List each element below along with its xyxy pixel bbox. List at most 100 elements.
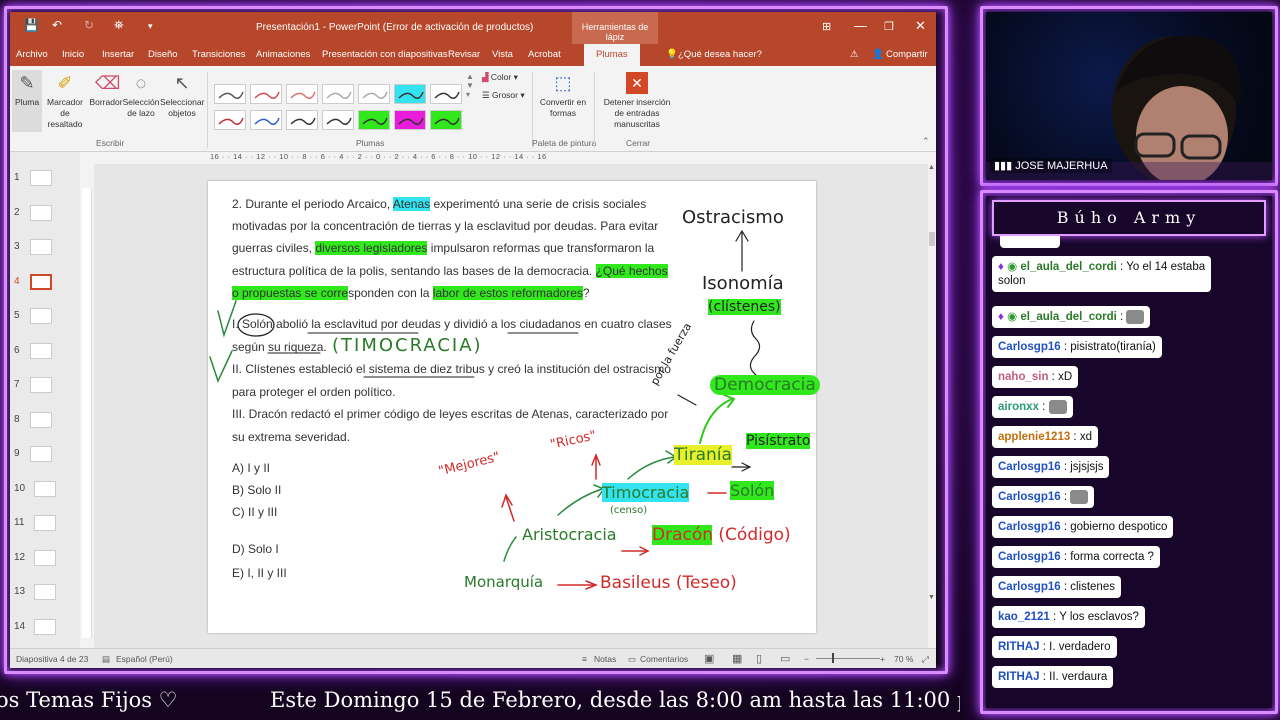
zoom-out-icon[interactable]: − <box>804 654 809 664</box>
vertical-scrollbar[interactable]: ▲ ▼ <box>928 164 936 648</box>
horizontal-ruler: 16 · · 14 · · 12 · · 10 · · 8 · · 6 · · … <box>210 152 547 161</box>
pen-preset[interactable] <box>286 84 318 104</box>
pen-preset[interactable] <box>214 110 246 130</box>
zoom-thumb[interactable] <box>832 653 834 663</box>
scroll-thumb[interactable] <box>929 232 935 246</box>
convertir-formas-button[interactable]: ⬚ Convertir en formas <box>538 72 588 119</box>
chat-username[interactable]: naho_sin <box>998 371 1048 383</box>
chat-username[interactable]: Carlosgp16 <box>998 521 1061 533</box>
sorter-view-icon[interactable]: ▦ <box>732 652 742 665</box>
tab-diseno[interactable]: Diseño <box>148 49 178 60</box>
save-icon[interactable]: 💾 <box>24 18 39 32</box>
presenter-icon[interactable]: ⛯ <box>114 18 124 33</box>
chat-username[interactable]: kao_2121 <box>998 611 1050 623</box>
marcador-button[interactable]: ✐ Marcador de resaltado <box>42 72 88 130</box>
chat-username[interactable]: Carlosgp16 <box>998 341 1061 353</box>
slideshow-icon[interactable]: ▭ <box>780 652 790 665</box>
pen-preset[interactable] <box>322 110 354 130</box>
pen-preset[interactable] <box>394 84 426 104</box>
tab-plumas[interactable]: Plumas <box>584 44 640 66</box>
tab-transiciones[interactable]: Transiciones <box>192 49 246 60</box>
language[interactable]: Español (Perú) <box>116 654 173 664</box>
arrow-aristocracia-timocracia <box>557 484 606 516</box>
slide-number: 2 <box>14 206 20 218</box>
separator <box>207 72 208 148</box>
color-button[interactable]: ▟ Color ▾ <box>482 72 518 83</box>
chat-username[interactable]: RITHAJ <box>998 671 1040 683</box>
share-button[interactable]: Compartir <box>886 49 928 60</box>
group-paleta: Paleta de pintura <box>532 138 597 148</box>
pen-preset[interactable] <box>358 110 390 130</box>
restore-button[interactable]: ❐ <box>884 20 894 33</box>
borrador-button[interactable]: ⌫ Borrador <box>88 72 124 108</box>
pointer-icon: ↖ <box>174 73 190 93</box>
reading-view-icon[interactable]: ▯ <box>756 652 762 665</box>
collapse-ribbon-icon[interactable]: ⌃ <box>922 136 930 147</box>
chat-username[interactable]: Carlosgp16 <box>998 491 1061 503</box>
ribbon-display-icon[interactable]: ⊞ <box>822 20 831 33</box>
chat-username[interactable]: Carlosgp16 <box>998 551 1061 563</box>
ink-strokes <box>209 229 761 590</box>
chat-username[interactable]: el_aula_del_cordi <box>1020 311 1117 323</box>
tab-presentacion[interactable]: Presentación con diapositivas <box>322 49 448 60</box>
tab-insertar[interactable]: Insertar <box>102 49 134 60</box>
pen-stroke-icon <box>434 117 460 125</box>
chat-username[interactable]: applenie1213 <box>998 431 1070 443</box>
chat-username[interactable]: Carlosgp16 <box>998 461 1061 473</box>
scroll-down-icon[interactable]: ▼ <box>928 594 935 601</box>
pen-preset[interactable] <box>394 110 426 130</box>
fit-slide-icon[interactable]: ⤢ <box>922 654 929 665</box>
scroll-up-icon[interactable]: ▲ <box>928 164 935 171</box>
normal-view-icon[interactable]: ▣ <box>704 652 714 665</box>
chat-text: gobierno despotico <box>1070 521 1168 533</box>
pen-preset[interactable] <box>358 84 390 104</box>
tab-inicio[interactable]: Inicio <box>62 49 84 60</box>
pen-scroll-icon[interactable]: ▲ ▼ ▾ <box>466 72 474 99</box>
tab-archivo[interactable]: Archivo <box>16 49 48 60</box>
chat-username[interactable]: el_aula_del_cordi <box>1020 261 1117 273</box>
slide-preview <box>30 446 52 462</box>
checkmark-2 <box>209 350 233 384</box>
chat-username[interactable]: RITHAJ <box>998 641 1040 653</box>
zoom-in-icon[interactable]: + <box>880 654 885 664</box>
slide-preview <box>34 549 56 566</box>
zoom-slider[interactable] <box>816 658 880 659</box>
redo-icon[interactable]: ↻ <box>84 18 94 32</box>
zoom-level[interactable]: 70 % <box>894 654 913 664</box>
chat-message: ♦ ◉ el_aula_del_cordi : <box>992 306 1151 329</box>
detener-button[interactable]: ✕ Detener inserción de entradas manuscri… <box>598 72 676 130</box>
customize-qat-icon[interactable]: ▾ <box>148 21 153 32</box>
pen-preset[interactable] <box>214 84 246 104</box>
slide-number: 7 <box>14 379 20 390</box>
chat-text: pisistrato(tiranía) <box>1070 341 1156 353</box>
close-button[interactable]: ✕ <box>915 18 926 34</box>
lazo-button[interactable]: ◌ Selección de lazo <box>122 72 160 119</box>
tab-acrobat[interactable]: Acrobat <box>528 49 561 60</box>
webcam-feed: ▮▮▮ JOSE MAJERHUA <box>986 12 1272 180</box>
notes-button[interactable]: Notas <box>594 654 616 664</box>
undo-icon[interactable]: ↶ <box>52 18 62 32</box>
tab-vista[interactable]: Vista <box>492 49 513 60</box>
pen-preset[interactable] <box>430 110 462 130</box>
seleccionar-objetos-button[interactable]: ↖ Seleccionar objetos <box>160 72 204 119</box>
slide[interactable]: 2. Durante el periodo Arcaico, Atenas ex… <box>208 181 820 633</box>
comments-button[interactable]: Comentarios <box>640 654 688 664</box>
grosor-button[interactable]: ☰ Grosor ▾ <box>482 90 525 101</box>
slide-preview <box>30 170 52 186</box>
pluma-button[interactable]: ✎ Pluma <box>12 70 42 132</box>
tab-animaciones[interactable]: Animaciones <box>256 49 310 60</box>
tell-me-input[interactable]: ¿Qué desea hacer? <box>678 49 762 60</box>
chat-username[interactable]: Carlosgp16 <box>998 581 1061 593</box>
pen-preset[interactable] <box>250 84 282 104</box>
pen-preset[interactable] <box>250 110 282 130</box>
pen-preset[interactable] <box>286 110 318 130</box>
pen-preset[interactable] <box>322 84 354 104</box>
chat-message: Carlosgp16 : gobierno despotico <box>992 516 1174 538</box>
minimize-button[interactable]: — <box>854 18 867 33</box>
lightbulb-icon: 💡 <box>666 49 678 60</box>
tab-revisar[interactable]: Revisar <box>448 49 480 60</box>
ink-aristocracia: Aristocracia <box>522 525 617 544</box>
chat-username[interactable]: aironxx <box>998 401 1039 413</box>
pen-stroke-icon <box>290 91 316 99</box>
pen-preset[interactable] <box>430 84 462 104</box>
